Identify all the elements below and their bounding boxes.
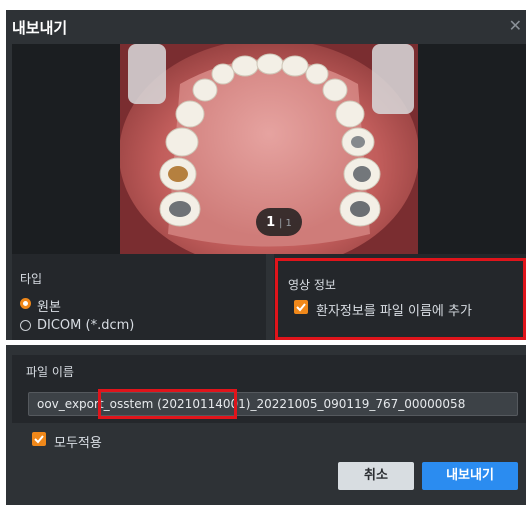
image-info-highlight [275,258,526,340]
type-title: 타입 [20,272,43,286]
filename-title: 파일 이름 [26,365,74,379]
filename-suffix: _20221005_090119_767_00000058 [250,397,466,411]
page-total: 1 [285,218,292,229]
page-current: 1 [266,215,276,230]
close-icon[interactable]: ✕ [509,16,522,35]
crop-gap [0,340,526,345]
title-bar: 내보내기 ✕ [6,10,526,44]
apply-all-checkbox[interactable] [32,432,46,446]
page-indicator: 1 | 1 [256,208,302,236]
type-panel: 타입 원본 DICOM (*.dcm) [12,254,266,340]
apply-all-label[interactable]: 모두적용 [54,432,102,451]
dialog-title: 내보내기 [12,19,68,37]
radio-dicom[interactable] [20,320,31,331]
export-button[interactable]: 내보내기 [422,462,518,490]
image-preview: 1 | 1 [12,44,526,254]
radio-original[interactable] [20,298,31,309]
cancel-button[interactable]: 취소 [338,462,414,490]
radio-dicom-label[interactable]: DICOM (*.dcm) [37,318,134,333]
patient-name-highlight [98,389,237,419]
radio-original-label[interactable]: 원본 [37,296,61,315]
